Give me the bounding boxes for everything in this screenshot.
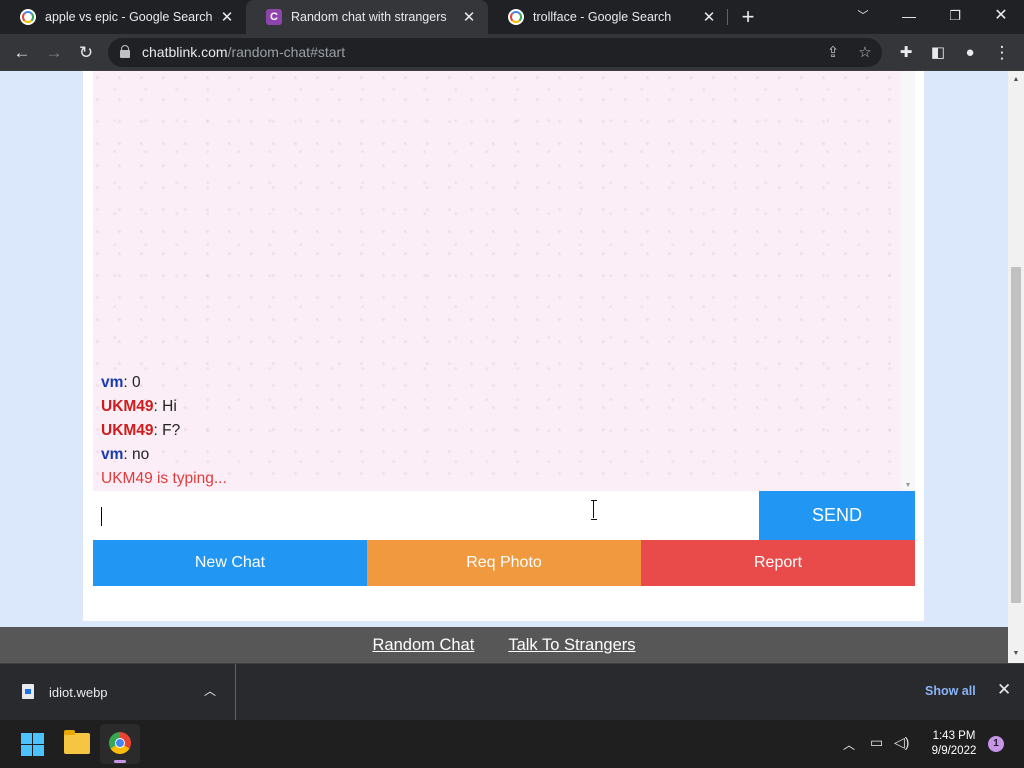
chat-actions: New Chat Req Photo Report [93,540,915,586]
menu-kebab-icon[interactable]: ⋮ [988,39,1016,67]
chat-log[interactable]: vm: 0 UKM49: Hi UKM49: F? vm: no UKM49 is ty… [93,71,901,491]
chatblink-icon: C [266,9,282,25]
tab-title: Random chat with strangers [291,10,447,24]
message-input[interactable] [93,491,759,540]
typing-indicator: UKM49 is typing... [101,470,227,487]
message-sender: UKM49 [101,398,154,415]
site-footer: Random Chat Talk To Strangers [0,627,1008,663]
chat-message: UKM49: Hi [101,395,891,419]
download-file-name: idiot.webp [49,685,108,700]
message-sender: vm [101,374,124,391]
download-item[interactable]: idiot.webp ︿ [0,664,236,720]
share-icon[interactable]: ⇪ [822,42,844,64]
chat-message: UKM49: F? [101,419,891,443]
tray-overflow-chevron-icon[interactable]: ︿ [843,736,855,753]
back-arrow-icon[interactable]: ← [8,39,36,67]
tab-trollface[interactable]: trollface - Google Search ✕ [488,0,728,34]
url-text[interactable]: chatblink.com/random-chat#start [142,44,345,60]
req-photo-button[interactable]: Req Photo [367,540,641,586]
profile-icon[interactable]: ● [956,39,984,67]
windows-start-icon[interactable] [21,733,44,756]
scrollbar-thumb[interactable] [1011,267,1021,603]
footer-link-talk-to-strangers[interactable]: Talk To Strangers [508,636,635,655]
tab-title: apple vs epic - Google Search [45,10,213,24]
page-viewport: vm: 0 UKM49: Hi UKM49: F? vm: no UKM49 is ty… [0,71,1008,663]
chrome-icon [109,732,131,754]
chat-message: vm: no [101,443,891,467]
new-tab-button[interactable]: + [737,4,759,30]
network-icon[interactable]: ▭ [870,734,883,751]
tab-apple-vs-epic[interactable]: apple vs epic - Google Search ✕ [0,0,246,34]
message-text: no [127,446,150,463]
message-input-row: SEND [93,491,915,540]
bookmark-star-icon[interactable]: ☆ [854,42,876,64]
downloads-close-icon[interactable]: ✕ [997,680,1011,700]
tab-title: trollface - Google Search [533,10,672,24]
report-button[interactable]: Report [641,540,915,586]
message-text: 0 [127,374,141,391]
window-close-icon[interactable]: ✕ [978,0,1024,34]
extensions-puzzle-icon[interactable]: ✚ [892,39,920,67]
google-icon [20,9,36,25]
reload-icon[interactable]: ↻ [72,39,100,67]
taskbar-clock[interactable]: 1:43 PM 9/9/2022 [922,729,986,759]
lock-icon[interactable] [120,45,130,58]
tab-strip: apple vs epic - Google Search ✕ C Random… [0,0,1024,34]
tab-search-chevron-icon[interactable]: ﹀ [840,0,886,34]
google-icon [508,9,524,25]
active-app-indicator [114,760,126,763]
send-button[interactable]: SEND [759,491,915,540]
restore-icon[interactable]: ❐ [932,0,978,34]
show-all-link[interactable]: Show all [925,684,976,698]
message-text: Hi [157,398,177,415]
image-file-icon [22,684,34,699]
browser-toolbar: ← → ↻ chatblink.com/random-chat#start ⇪ … [0,34,1024,71]
minimize-icon[interactable]: — [886,0,932,34]
file-explorer-icon[interactable] [64,730,90,754]
message-text: F? [157,422,181,439]
chat-message: vm: 0 [101,371,891,395]
footer-link-random-chat[interactable]: Random Chat [373,636,475,655]
chevron-up-icon[interactable]: ︿ [204,682,216,699]
mouse-ibeam-cursor [591,500,597,520]
windows-taskbar: ︿ ▭ ◁) 1:43 PM 9/9/2022 1 [0,720,1024,768]
chrome-taskbar-button[interactable] [100,724,140,764]
clock-date: 9/9/2022 [931,745,977,757]
new-chat-button[interactable]: New Chat [93,540,367,586]
chat-container: vm: 0 UKM49: Hi UKM49: F? vm: no UKM49 is ty… [83,71,924,621]
notification-badge[interactable]: 1 [988,736,1004,752]
message-sender: UKM49 [101,422,154,439]
tab-close-icon[interactable]: ✕ [218,8,236,26]
scroll-down-arrow-icon[interactable]: ▼ [901,482,915,489]
tab-close-icon[interactable]: ✕ [460,8,478,26]
scroll-down-arrow-icon[interactable]: ▼ [1008,647,1024,661]
page-scrollbar[interactable]: ▲ ▼ [1008,71,1024,663]
downloads-bar: idiot.webp ︿ Show all ✕ [0,663,1024,720]
text-caret [101,507,102,526]
side-panel-icon[interactable]: ◧ [924,39,952,67]
chat-scrollbar[interactable]: ▼ [901,71,915,491]
tab-close-icon[interactable]: ✕ [700,8,718,26]
scroll-up-arrow-icon[interactable]: ▲ [1008,73,1024,87]
tab-random-chat[interactable]: C Random chat with strangers ✕ [246,0,488,34]
tab-separator [727,9,728,25]
forward-arrow-icon[interactable]: → [40,39,68,67]
message-list: vm: 0 UKM49: Hi UKM49: F? vm: no UKM49 is ty… [101,371,891,491]
message-sender: vm [101,446,124,463]
clock-time: 1:43 PM [932,730,976,742]
volume-icon[interactable]: ◁) [894,734,909,751]
address-bar[interactable]: chatblink.com/random-chat#start ⇪ ☆ [108,38,882,67]
